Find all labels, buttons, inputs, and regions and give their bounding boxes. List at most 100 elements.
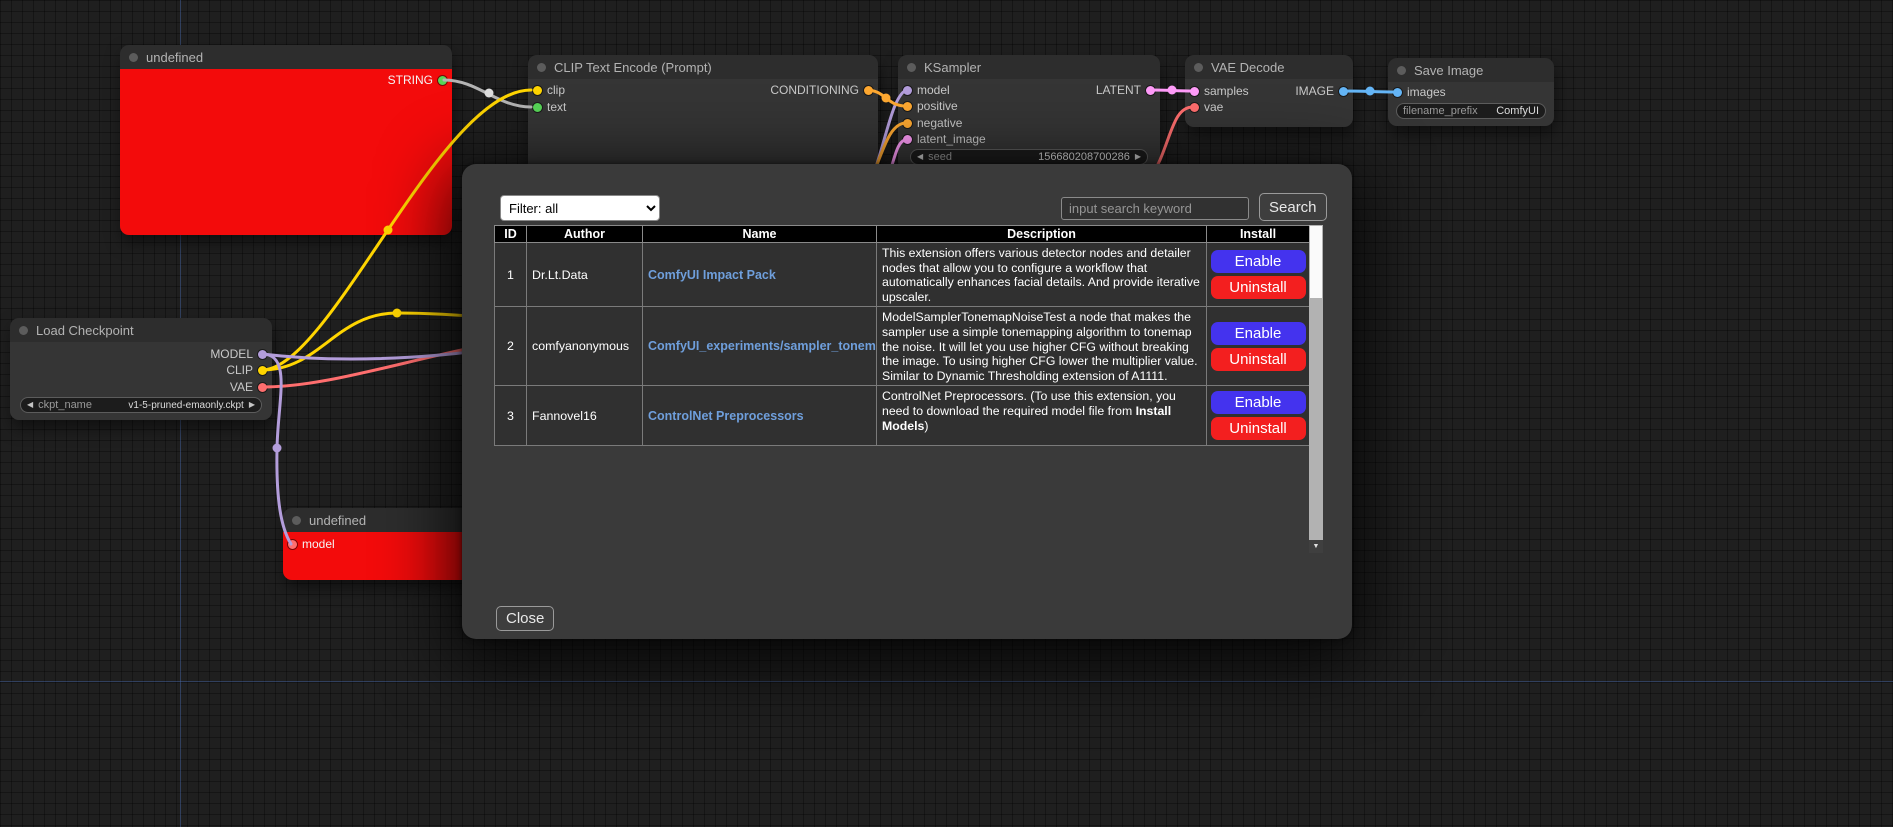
scrollbar-thumb[interactable]	[1310, 226, 1322, 298]
node-title-bar[interactable]: Load Checkpoint	[10, 318, 272, 342]
filename-prefix-widget[interactable]: filename_prefix ComfyUI	[1396, 103, 1546, 119]
slot-label: negative	[917, 116, 962, 130]
seed-widget[interactable]: ◀ seed 156680208700286 ▶	[910, 149, 1148, 165]
scroll-down-button[interactable]: ▼	[1309, 540, 1323, 553]
input-dot-icon[interactable]	[903, 119, 912, 128]
manager-dialog: Filter: all Search ID Author Name Descri…	[462, 164, 1352, 639]
input-slot-clip[interactable]: clip	[533, 83, 565, 97]
uninstall-button[interactable]: Uninstall	[1211, 276, 1306, 299]
col-header-install: Install	[1207, 226, 1310, 243]
output-slot-clip[interactable]: CLIP	[226, 363, 267, 377]
input-dot-icon[interactable]	[1190, 87, 1199, 96]
input-slot-latent-image[interactable]: latent_image	[903, 132, 986, 146]
output-dot-icon[interactable]	[258, 350, 267, 359]
input-dot-icon[interactable]	[1393, 88, 1402, 97]
cell-author: Fannovel16	[527, 386, 643, 446]
uninstall-button[interactable]: Uninstall	[1211, 417, 1306, 440]
decrement-arrow-icon[interactable]: ◀	[27, 401, 33, 409]
input-dot-icon[interactable]	[903, 102, 912, 111]
node-save-image[interactable]: Save Image images filename_prefix ComfyU…	[1388, 58, 1554, 126]
increment-arrow-icon[interactable]: ▶	[249, 401, 255, 409]
collapse-dot-icon[interactable]	[1194, 63, 1203, 72]
cell-install: Enable Uninstall	[1207, 386, 1310, 446]
input-dot-icon[interactable]	[1190, 103, 1199, 112]
cell-id: 2	[495, 307, 527, 386]
scrollbar[interactable]: ▼	[1309, 225, 1323, 553]
search-button[interactable]: Search	[1259, 193, 1327, 221]
node-title: undefined	[309, 513, 366, 528]
cell-name: ControlNet Preprocessors	[643, 386, 877, 446]
input-slot-images[interactable]: images	[1393, 85, 1446, 99]
ckpt-name-widget[interactable]: ◀ ckpt_name v1-5-pruned-emaonly.ckpt ▶	[20, 397, 262, 413]
decrement-arrow-icon[interactable]: ◀	[917, 153, 923, 161]
comfyui-canvas[interactable]: undefined STRING CLIP Text Encode (Promp…	[0, 0, 1893, 827]
collapse-dot-icon[interactable]	[907, 63, 916, 72]
collapse-dot-icon[interactable]	[537, 63, 546, 72]
input-dot-icon[interactable]	[533, 86, 542, 95]
close-button[interactable]: Close	[496, 606, 554, 631]
output-slot-string[interactable]: STRING	[388, 73, 447, 87]
output-dot-icon[interactable]	[258, 366, 267, 375]
input-dot-icon[interactable]	[903, 86, 912, 95]
input-dot-icon[interactable]	[903, 135, 912, 144]
node-title-bar[interactable]: KSampler	[898, 55, 1160, 79]
cell-name: ComfyUI Impact Pack	[643, 243, 877, 307]
output-dot-icon[interactable]	[438, 76, 447, 85]
cell-id: 3	[495, 386, 527, 446]
collapse-dot-icon[interactable]	[129, 53, 138, 62]
node-clip-text-encode[interactable]: CLIP Text Encode (Prompt) clip text COND…	[528, 55, 878, 175]
node-title-bar[interactable]: Save Image	[1388, 58, 1554, 82]
collapse-dot-icon[interactable]	[1397, 66, 1406, 75]
slot-label: CLIP	[226, 363, 253, 377]
search-input[interactable]	[1061, 197, 1249, 220]
table-row: 1 Dr.Lt.Data ComfyUI Impact Pack This ex…	[495, 243, 1310, 307]
node-undefined-top[interactable]: undefined STRING	[120, 45, 452, 235]
input-slot-samples[interactable]: samples	[1190, 84, 1249, 98]
output-dot-icon[interactable]	[258, 383, 267, 392]
input-dot-icon[interactable]	[533, 103, 542, 112]
input-slot-text[interactable]: text	[533, 100, 566, 114]
input-slot-model[interactable]: model	[903, 83, 950, 97]
output-slot-image[interactable]: IMAGE	[1295, 84, 1348, 98]
widget-value: ComfyUI	[1496, 105, 1539, 117]
slot-label: latent_image	[917, 132, 986, 146]
output-slot-latent[interactable]: LATENT	[1096, 83, 1155, 97]
input-slot-negative[interactable]: negative	[903, 116, 962, 130]
input-dot-icon[interactable]	[288, 540, 297, 549]
filter-select[interactable]: Filter: all	[500, 195, 660, 221]
output-dot-icon[interactable]	[864, 86, 873, 95]
input-slot-positive[interactable]: positive	[903, 99, 958, 113]
output-slot-conditioning[interactable]: CONDITIONING	[770, 83, 873, 97]
description-text: )	[924, 419, 928, 433]
extension-link[interactable]: ComfyUI Impact Pack	[648, 268, 776, 282]
enable-button[interactable]: Enable	[1211, 322, 1306, 345]
node-vae-decode[interactable]: VAE Decode samples vae IMAGE	[1185, 55, 1353, 127]
extension-link[interactable]: ComfyUI_experiments/sampler_tonemap	[648, 339, 877, 353]
output-dot-icon[interactable]	[1339, 87, 1348, 96]
cell-description: ModelSamplerTonemapNoiseTest a node that…	[877, 307, 1207, 386]
node-title-bar[interactable]: VAE Decode	[1185, 55, 1353, 79]
widget-value: 156680208700286	[1038, 151, 1130, 163]
output-dot-icon[interactable]	[1146, 86, 1155, 95]
link-dot	[393, 309, 402, 318]
uninstall-button[interactable]: Uninstall	[1211, 348, 1306, 371]
collapse-dot-icon[interactable]	[19, 326, 28, 335]
input-slot-model[interactable]: model	[288, 537, 335, 551]
output-slot-model[interactable]: MODEL	[210, 347, 267, 361]
node-ksampler[interactable]: KSampler model positive negative latent_…	[898, 55, 1160, 170]
enable-button[interactable]: Enable	[1211, 391, 1306, 414]
cell-description: This extension offers various detector n…	[877, 243, 1207, 307]
output-slot-vae[interactable]: VAE	[230, 380, 267, 394]
cell-id: 1	[495, 243, 527, 307]
node-load-checkpoint[interactable]: Load Checkpoint MODEL CLIP VAE ◀ ckpt_na…	[10, 318, 272, 420]
node-title-bar[interactable]: CLIP Text Encode (Prompt)	[528, 55, 878, 79]
enable-button[interactable]: Enable	[1211, 250, 1306, 273]
node-title-bar[interactable]: undefined	[120, 45, 452, 69]
widget-value: v1-5-pruned-emaonly.ckpt	[128, 400, 243, 411]
increment-arrow-icon[interactable]: ▶	[1135, 153, 1141, 161]
extension-link[interactable]: ControlNet Preprocessors	[648, 409, 804, 423]
cell-name: ComfyUI_experiments/sampler_tonemap	[643, 307, 877, 386]
collapse-dot-icon[interactable]	[292, 516, 301, 525]
link-dot	[273, 444, 282, 453]
input-slot-vae[interactable]: vae	[1190, 100, 1223, 114]
